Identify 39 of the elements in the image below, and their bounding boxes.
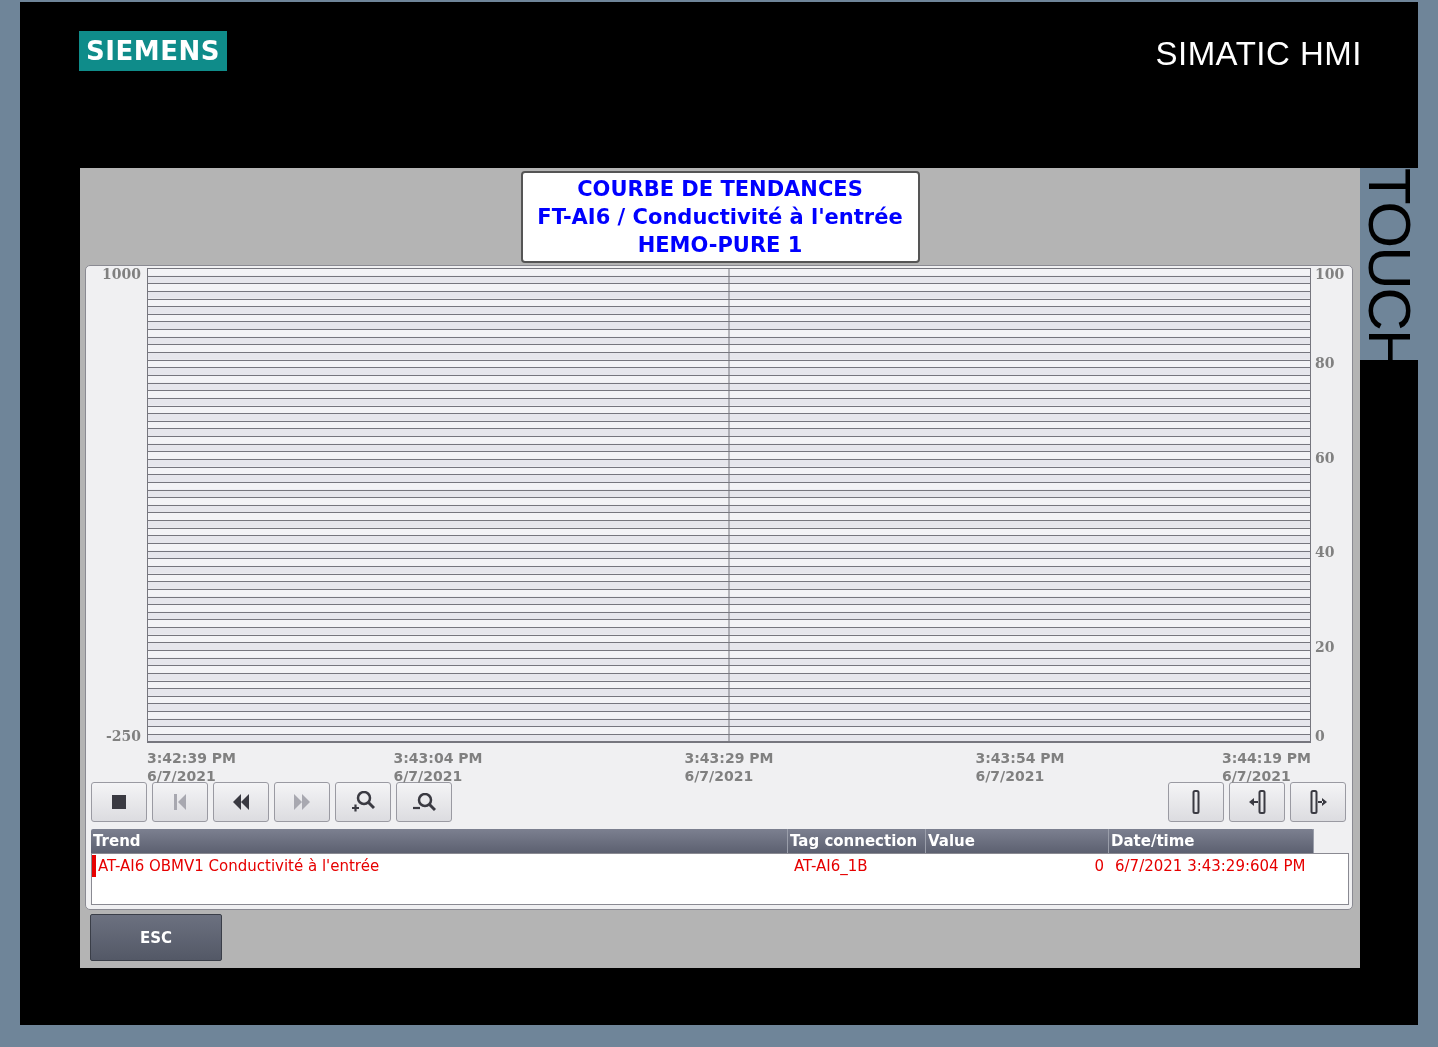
double-left-arrow-button[interactable] xyxy=(213,782,269,822)
ruler-icon xyxy=(1192,790,1200,814)
table-cell: AT-AI6 OBMV1 Conductivité à l'entrée xyxy=(98,857,380,875)
title-line: HEMO-PURE 1 xyxy=(637,232,803,259)
axis-label: 100 xyxy=(1315,266,1345,282)
time-label: 3:43:29 PM 6/7/2021 xyxy=(684,749,774,785)
zoom-out-icon xyxy=(412,792,436,812)
double-left-arrow-icon xyxy=(233,794,249,810)
zoom-in-button[interactable] xyxy=(335,782,391,822)
axis-label: -250 xyxy=(105,728,141,744)
axis-label: 1000 xyxy=(102,266,141,282)
skip-back-icon xyxy=(174,794,186,810)
ruler-left-icon xyxy=(1248,790,1266,814)
siemens-logo: SIEMENS xyxy=(79,31,227,71)
double-right-arrow-icon xyxy=(294,794,310,810)
axis-label: 20 xyxy=(1315,639,1335,656)
time-label: 3:42:39 PM 6/7/2021 xyxy=(147,749,236,785)
stop-icon xyxy=(112,795,126,809)
title-line: FT-AI6 / Conductivité à l'entrée xyxy=(537,204,903,231)
time-label: 3:44:19 PM 6/7/2021 xyxy=(1222,749,1311,785)
ruler-right-icon xyxy=(1309,790,1327,814)
product-name: SIMATIC HMI xyxy=(1155,35,1362,73)
zoom-out-button[interactable] xyxy=(396,782,452,822)
table-cell: AT-AI6_1B xyxy=(794,857,868,875)
stop-button[interactable] xyxy=(91,782,147,822)
zoom-in-icon xyxy=(351,791,375,813)
esc-button[interactable]: ESC xyxy=(90,914,222,961)
axis-label: 80 xyxy=(1315,354,1335,371)
table-cell: 6/7/2021 3:43:29:604 PM xyxy=(1115,857,1306,875)
axis-label: 0 xyxy=(1315,728,1325,744)
time-label: 3:43:04 PM 6/7/2021 xyxy=(393,749,483,785)
axis-label: 60 xyxy=(1315,449,1335,466)
table-cell: 0 xyxy=(1094,857,1104,875)
ruler-left-button[interactable] xyxy=(1229,782,1285,822)
axis-label: 40 xyxy=(1315,544,1335,561)
time-label: 3:43:54 PM 6/7/2021 xyxy=(975,749,1065,785)
ruler-right-button[interactable] xyxy=(1290,782,1346,822)
ruler-button[interactable] xyxy=(1168,782,1224,822)
title-line: COURBE DE TENDANCES xyxy=(577,176,863,203)
